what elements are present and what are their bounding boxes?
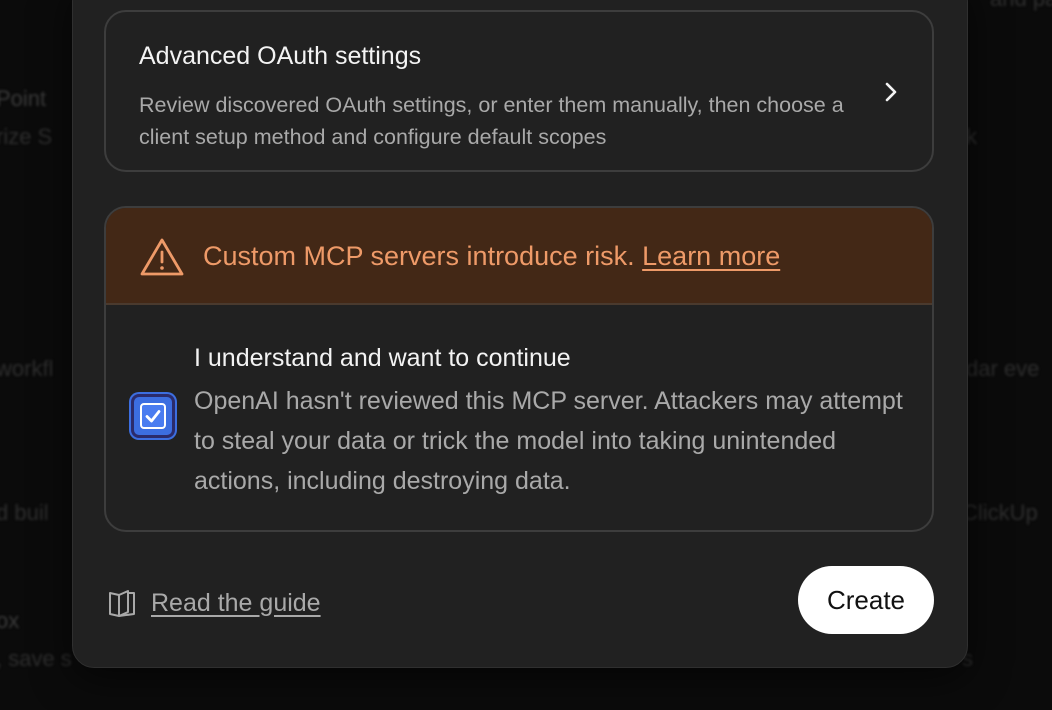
risk-warning-message: Custom MCP servers introduce risk. [203,241,635,271]
oauth-settings-title: Advanced OAuth settings [139,42,422,70]
oauth-settings-description: Review discovered OAuth settings, or ent… [139,93,844,149]
checkmark-icon [145,410,161,423]
acknowledge-checkbox[interactable] [131,394,175,438]
background-text: d buil [0,500,49,525]
risk-acknowledgement-card: Custom MCP servers introduce risk. Learn… [104,206,934,532]
risk-warning-text: Custom MCP servers introduce risk. Learn… [203,241,780,272]
create-connector-dialog: Advanced OAuth settings Review discovere… [72,0,968,668]
read-the-guide-link[interactable]: Read the guide [106,583,321,623]
warning-triangle-icon [140,238,184,276]
risk-warning-banner: Custom MCP servers introduce risk. Learn… [106,208,932,305]
acknowledgement-description: OpenAI hasn't reviewed this MCP server. … [194,387,903,495]
background-text: rize S [0,124,53,149]
advanced-oauth-settings-card[interactable]: Advanced OAuth settings Review discovere… [104,10,934,172]
chevron-right-icon [885,82,897,102]
background-text: ClickUp [962,500,1038,525]
background-text: , save s [0,646,72,671]
book-open-icon [109,590,135,617]
acknowledgement-title: I understand and want to continue [194,344,571,372]
learn-more-link[interactable]: Learn more [642,241,780,271]
background-text: and pa [990,0,1052,12]
background-text: ox [0,608,20,633]
create-button[interactable]: Create [798,566,934,634]
read-the-guide-label: Read the guide [151,588,321,617]
background-text: workfl [0,356,54,381]
background-text: Point [0,86,47,111]
background-text: dar eve [966,356,1040,381]
